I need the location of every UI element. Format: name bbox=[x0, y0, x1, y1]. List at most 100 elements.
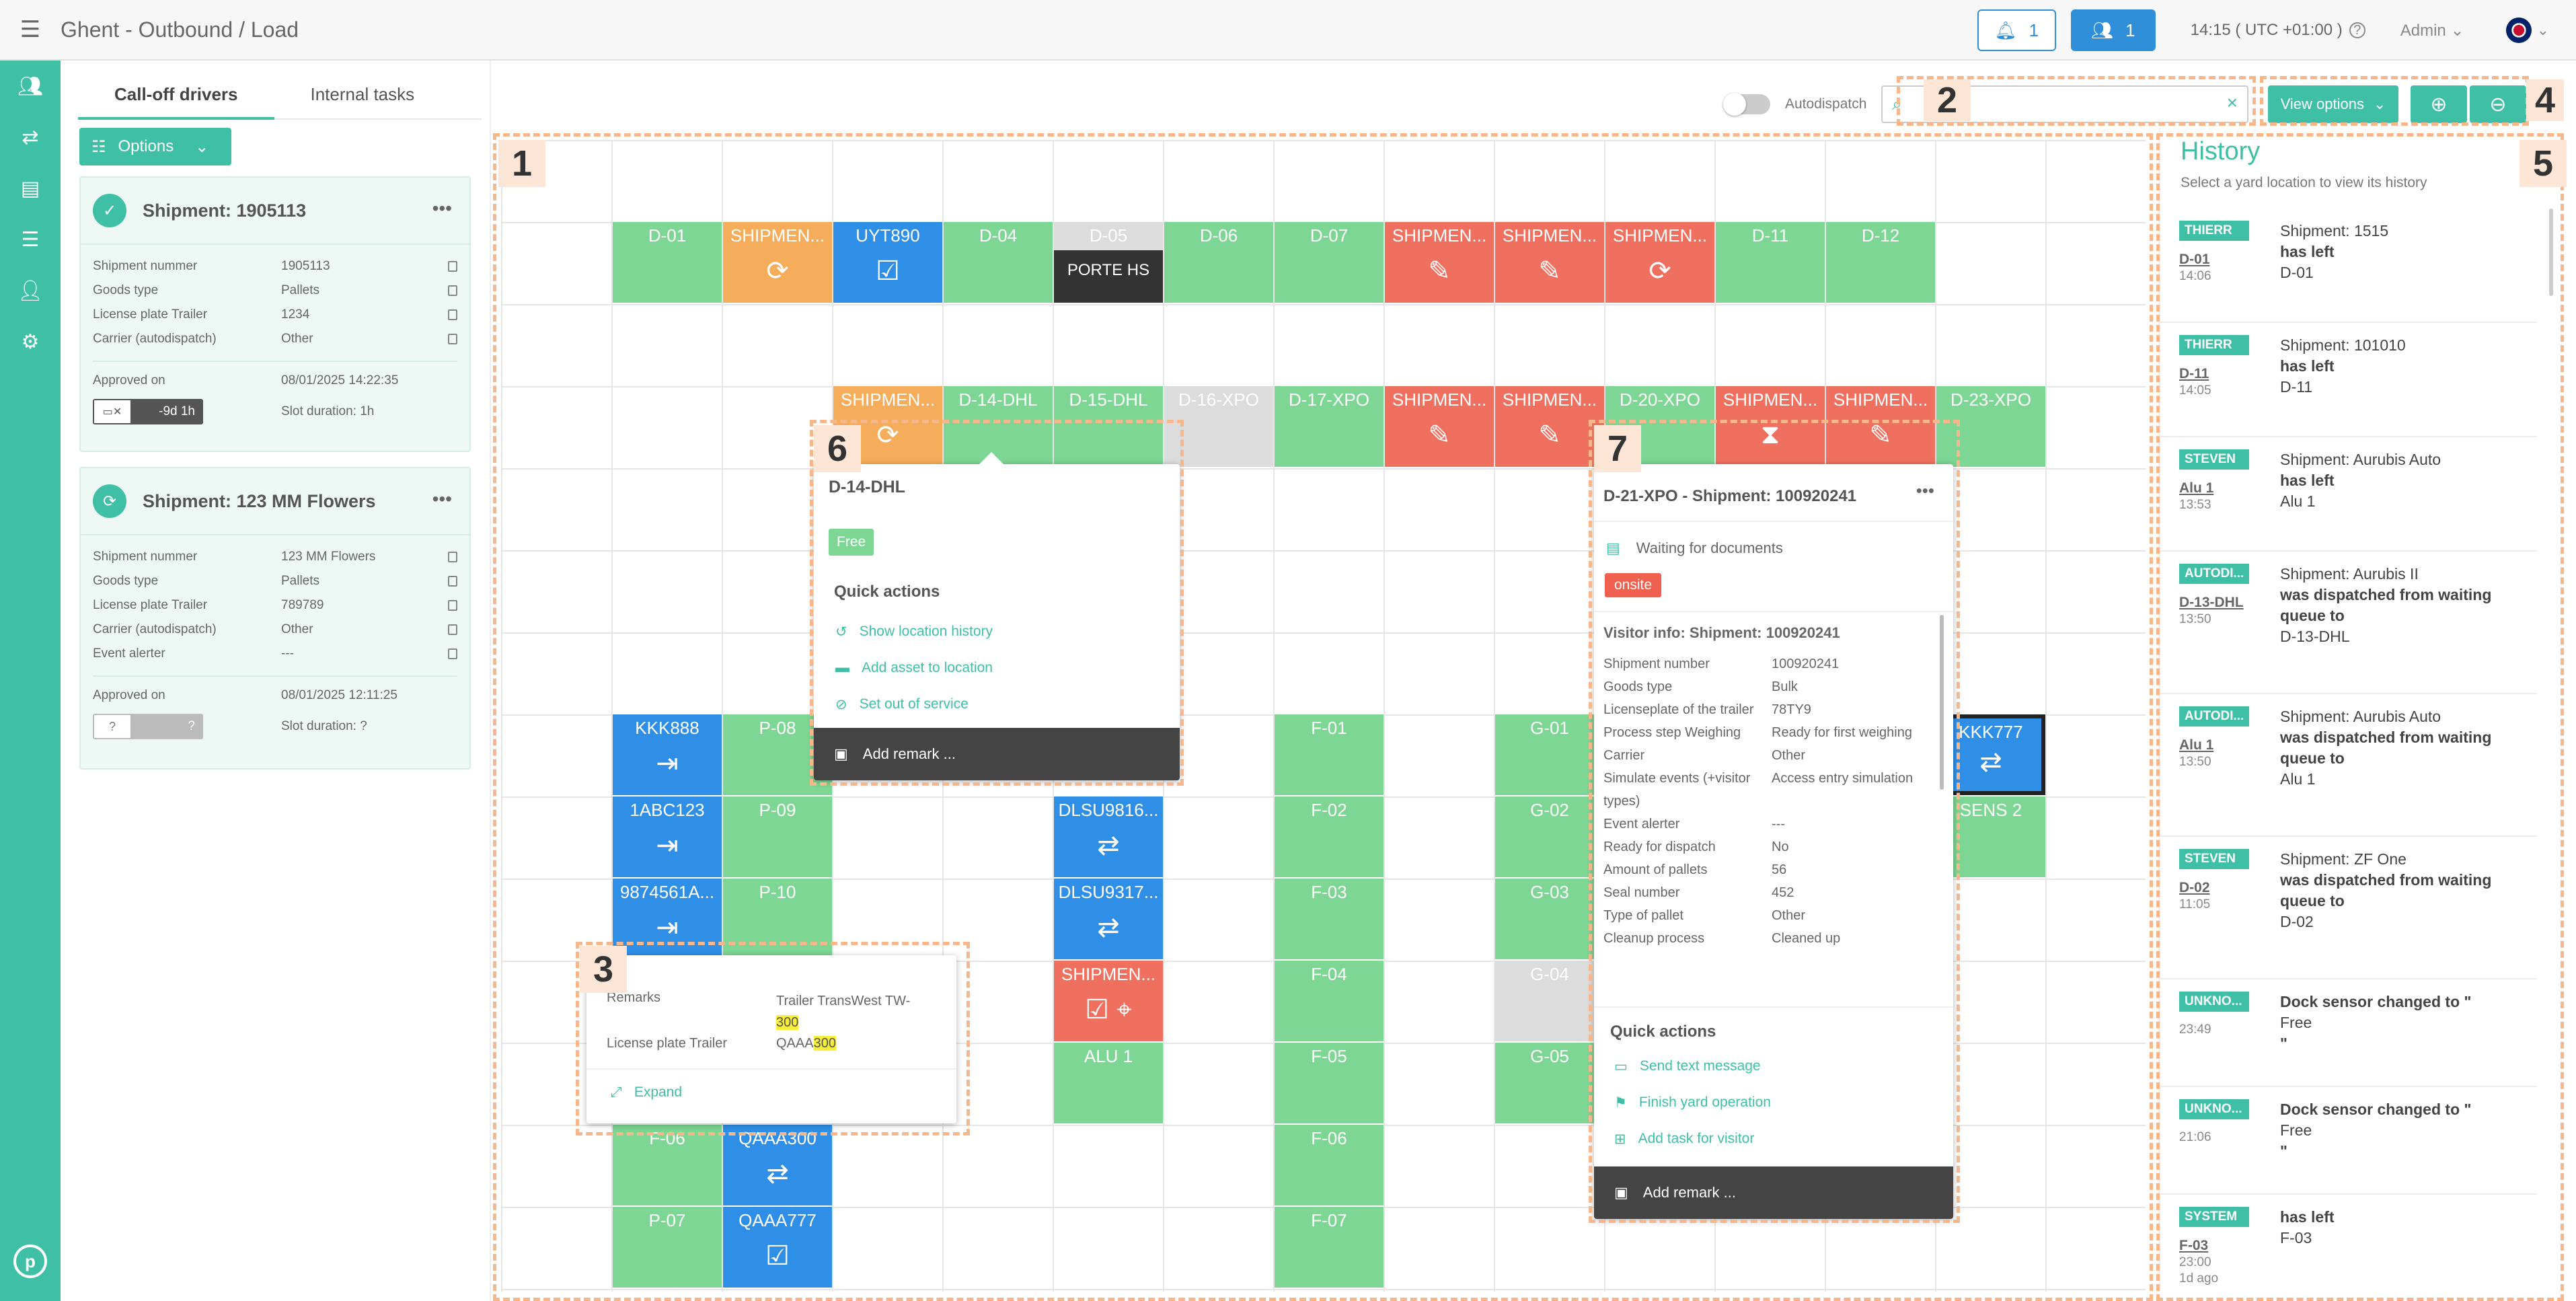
user-settings-icon[interactable]: 👤︎ bbox=[0, 265, 61, 316]
user-name: Admin bbox=[2400, 21, 2446, 40]
chevron-down-icon: ⌄ bbox=[195, 137, 209, 156]
sliders-icon: ☷ bbox=[91, 137, 106, 156]
card-title: Shipment: 123 MM Flowers bbox=[143, 490, 376, 511]
annotation-number: 2 bbox=[1924, 79, 1971, 121]
time-badge-text: ? bbox=[188, 719, 195, 733]
field-label: Carrier (autodispatch) bbox=[93, 622, 217, 636]
approved-value: 08/01/2025 12:11:25 bbox=[281, 688, 397, 702]
annotation-box bbox=[1589, 420, 1960, 1223]
copy-icon[interactable] bbox=[448, 334, 457, 344]
more-icon[interactable]: ••• bbox=[432, 488, 452, 510]
autodispatch-toggle[interactable]: Autodispatch bbox=[1723, 93, 1867, 116]
chevron-down-icon[interactable]: ⌄ bbox=[2537, 22, 2549, 39]
options-button[interactable]: ☷ Options ⌄ bbox=[79, 128, 231, 165]
copy-icon[interactable] bbox=[448, 648, 457, 659]
time-badge: ?? bbox=[93, 714, 203, 739]
bell-icon: 🔔︎ bbox=[1994, 20, 2017, 40]
transfer-icon[interactable]: ⇄ bbox=[0, 112, 61, 163]
field-label: Goods type bbox=[93, 574, 159, 588]
field-label: Shipment nummer bbox=[93, 550, 198, 564]
copy-icon[interactable] bbox=[448, 624, 457, 635]
field-value: Pallets bbox=[281, 283, 320, 297]
top-right-controls: 🔔︎ 1 👥︎ 1 14:15 ( UTC +01:00 ) ? Admin ⌄… bbox=[1977, 9, 2549, 51]
gears-icon[interactable]: ⚙︎ bbox=[0, 316, 61, 367]
trailer-icon: ▭✕ bbox=[94, 400, 130, 423]
user-menu[interactable]: Admin ⌄ bbox=[2400, 21, 2464, 40]
card-row: Goods type Pallets bbox=[81, 278, 469, 303]
card-row: License plate Trailer 789789 bbox=[81, 593, 469, 618]
tabs: Call-off drivers Internal tasks bbox=[78, 77, 482, 120]
slot-duration: Slot duration: 1h bbox=[281, 404, 375, 418]
field-value: Other bbox=[281, 622, 313, 636]
left-panel: Call-off drivers Internal tasks ☷ Option… bbox=[61, 61, 491, 1301]
card-row: Approved on 08/01/2025 12:11:25 bbox=[81, 683, 469, 708]
annotation-box bbox=[576, 942, 970, 1136]
dock-icon[interactable]: ▤ bbox=[0, 163, 61, 214]
copy-icon[interactable] bbox=[448, 552, 457, 562]
users-button[interactable]: 👥︎ 1 bbox=[2071, 9, 2156, 51]
card-title: Shipment: 1905113 bbox=[143, 200, 307, 221]
copy-icon[interactable] bbox=[448, 309, 457, 320]
flag-icon[interactable] bbox=[2505, 17, 2532, 43]
field-value: --- bbox=[281, 646, 294, 661]
field-label: License plate Trailer bbox=[93, 598, 208, 612]
annotation-box bbox=[2156, 133, 2564, 1301]
notifications-button[interactable]: 🔔︎ 1 bbox=[1977, 9, 2057, 51]
card-footer: ?? Slot duration: ? bbox=[81, 713, 469, 740]
autodispatch-label: Autodispatch bbox=[1785, 96, 1867, 112]
copy-icon[interactable] bbox=[448, 261, 457, 272]
annotation-number: 4 bbox=[2526, 79, 2564, 121]
approved-value: 08/01/2025 14:22:35 bbox=[281, 373, 399, 387]
approved-label: Approved on bbox=[93, 373, 165, 387]
list-icon[interactable]: ☰ bbox=[0, 214, 61, 265]
card-row: Carrier (autodispatch) Other bbox=[81, 618, 469, 642]
card-row: Goods type Pallets bbox=[81, 569, 469, 593]
clock: 14:15 ( UTC +01:00 ) bbox=[2190, 21, 2343, 39]
field-label: License plate Trailer bbox=[93, 307, 208, 322]
app-title: Ghent - Outbound / Load bbox=[61, 17, 299, 42]
card-header: ⟳ Shipment: 123 MM Flowers ••• bbox=[81, 468, 469, 535]
field-value: 1905113 bbox=[281, 259, 330, 273]
card-row: License plate Trailer 1234 bbox=[81, 303, 469, 327]
annotation-number: 6 bbox=[814, 425, 861, 472]
annotation-number: 7 bbox=[1594, 425, 1641, 472]
shipment-card[interactable]: ⟳ Shipment: 123 MM Flowers ••• Shipment … bbox=[79, 467, 471, 770]
refresh-check-icon: ⟳ bbox=[93, 484, 126, 518]
field-label: Event alerter bbox=[93, 646, 165, 661]
field-label: Shipment nummer bbox=[93, 259, 198, 273]
users-icon: 👥︎ bbox=[2091, 20, 2114, 40]
options-label: Options bbox=[118, 137, 174, 155]
card-row: Event alerter --- bbox=[81, 642, 469, 666]
shipment-card[interactable]: ✓ Shipment: 1905113 ••• Shipment nummer 1… bbox=[79, 176, 471, 452]
notifications-count: 1 bbox=[2029, 20, 2039, 40]
menu-icon[interactable]: ☰ bbox=[0, 0, 61, 60]
field-label: Goods type bbox=[93, 283, 159, 297]
field-value: 123 MM Flowers bbox=[281, 550, 376, 564]
logo-icon: p bbox=[13, 1244, 47, 1278]
more-icon[interactable]: ••• bbox=[432, 198, 452, 219]
annotation-box bbox=[2260, 76, 2529, 126]
annotation-number: 5 bbox=[2520, 140, 2567, 187]
document-check-icon: ✓ bbox=[93, 194, 126, 227]
slot-duration: Slot duration: ? bbox=[281, 719, 367, 733]
field-value: 1234 bbox=[281, 307, 310, 322]
copy-icon[interactable] bbox=[448, 600, 457, 611]
top-bar: ☰ Ghent - Outbound / Load 🔔︎ 1 👥︎ 1 14:1… bbox=[0, 0, 2576, 61]
toggle-switch[interactable] bbox=[1723, 93, 1770, 116]
card-row: Approved on 08/01/2025 14:22:35 bbox=[81, 369, 469, 393]
card-row: Shipment nummer 1905113 bbox=[81, 254, 469, 278]
field-label: Carrier (autodispatch) bbox=[93, 332, 217, 346]
time-badge: ▭✕ -9d 1h bbox=[93, 399, 203, 424]
drivers-icon[interactable]: 👥︎ bbox=[0, 61, 61, 112]
copy-icon[interactable] bbox=[448, 576, 457, 587]
tab-internal-tasks[interactable]: Internal tasks bbox=[274, 77, 451, 120]
field-value: Pallets bbox=[281, 574, 320, 588]
card-footer: ▭✕ -9d 1h Slot duration: 1h bbox=[81, 398, 469, 425]
approved-label: Approved on bbox=[93, 688, 165, 702]
copy-icon[interactable] bbox=[448, 285, 457, 296]
card-row: Carrier (autodispatch) Other bbox=[81, 327, 469, 351]
card-row: Shipment nummer 123 MM Flowers bbox=[81, 545, 469, 569]
help-icon[interactable]: ? bbox=[2349, 22, 2365, 38]
annotation-number: 3 bbox=[580, 946, 627, 993]
tab-call-off-drivers[interactable]: Call-off drivers bbox=[78, 77, 274, 120]
